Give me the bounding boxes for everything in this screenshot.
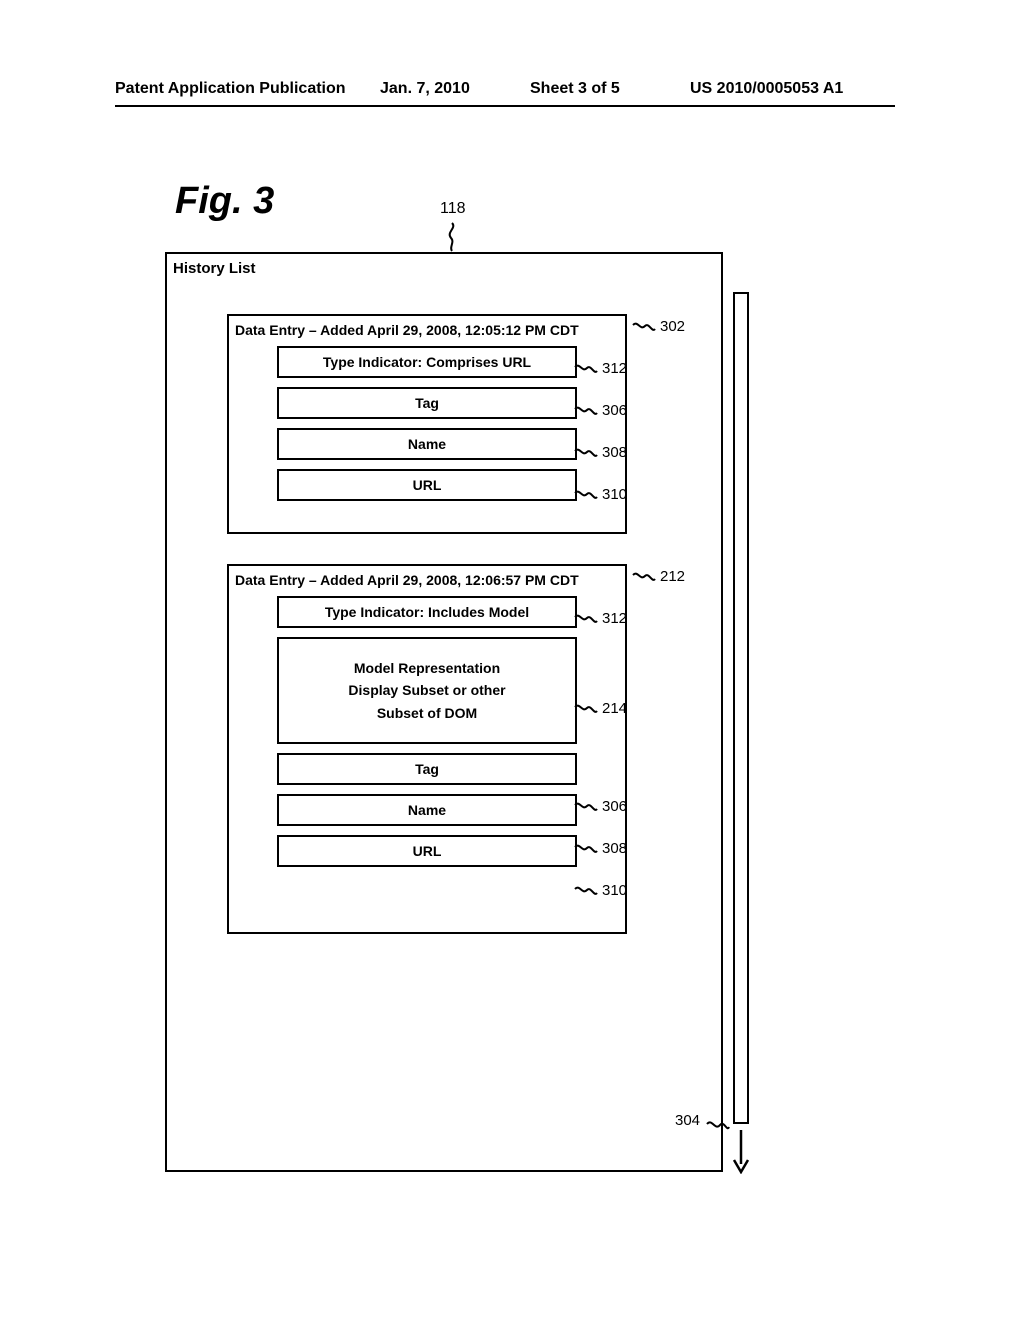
- squiggle-icon: [574, 363, 598, 377]
- ref-312-a: 312: [602, 360, 627, 377]
- entry1-header: Data Entry – Added April 29, 2008, 12:05…: [229, 316, 625, 346]
- squiggle-icon: [574, 447, 598, 461]
- squiggle-icon: [632, 571, 656, 585]
- figure-title: Fig. 3: [175, 180, 274, 223]
- squiggle-icon: [574, 703, 598, 717]
- data-entry-2: Data Entry – Added April 29, 2008, 12:06…: [227, 564, 627, 934]
- panel-title: History List: [173, 260, 256, 277]
- entry2-type-indicator: Type Indicator: Includes Model: [277, 596, 577, 628]
- scrollbar-down-arrow-icon[interactable]: [731, 1128, 751, 1174]
- leader-hook-icon: [443, 222, 461, 252]
- squiggle-icon: [574, 489, 598, 503]
- ref-302: 302: [660, 318, 685, 335]
- ref-306-a: 306: [602, 402, 627, 419]
- header-sheet: Sheet 3 of 5: [530, 80, 620, 98]
- entry2-header: Data Entry – Added April 29, 2008, 12:06…: [229, 566, 625, 596]
- page-root: Patent Application Publication Jan. 7, 2…: [0, 0, 1024, 1320]
- header-pubno: US 2010/0005053 A1: [690, 80, 843, 98]
- ref-306-b: 306: [602, 798, 627, 815]
- squiggle-icon: [706, 1118, 730, 1134]
- history-list-panel: History List Data Entry – Added April 29…: [165, 252, 723, 1172]
- ref-label-118: 118: [440, 200, 466, 218]
- entry1-type-indicator: Type Indicator: Comprises URL: [277, 346, 577, 378]
- entry2-model-line3: Subset of DOM: [287, 702, 567, 724]
- squiggle-icon: [574, 405, 598, 419]
- ref-304: 304: [675, 1112, 700, 1129]
- squiggle-icon: [574, 843, 598, 857]
- squiggle-icon: [574, 801, 598, 815]
- entry1-url: URL: [277, 469, 577, 501]
- ref-308-b: 308: [602, 840, 627, 857]
- entry2-model-line1: Model Representation: [287, 657, 567, 679]
- squiggle-icon: [632, 321, 656, 335]
- ref-308-a: 308: [602, 444, 627, 461]
- ref-312-b: 312: [602, 610, 627, 627]
- header-date: Jan. 7, 2010: [380, 80, 470, 98]
- header-rule: [115, 105, 895, 107]
- entry2-tag: Tag: [277, 753, 577, 785]
- entry1-tag: Tag: [277, 387, 577, 419]
- ref-310-a: 310: [602, 486, 627, 503]
- entry2-url: URL: [277, 835, 577, 867]
- entry2-name: Name: [277, 794, 577, 826]
- ref-214: 214: [602, 700, 627, 717]
- scrollbar-track[interactable]: [733, 292, 749, 1124]
- entry2-model-line2: Display Subset or other: [287, 679, 567, 701]
- data-entry-1: Data Entry – Added April 29, 2008, 12:05…: [227, 314, 627, 534]
- squiggle-icon: [574, 613, 598, 627]
- ref-310-b: 310: [602, 882, 627, 899]
- squiggle-icon: [574, 885, 598, 899]
- entry1-name: Name: [277, 428, 577, 460]
- entry2-model-representation: Model Representation Display Subset or o…: [277, 637, 577, 744]
- ref-212: 212: [660, 568, 685, 585]
- header-publication: Patent Application Publication: [115, 80, 346, 98]
